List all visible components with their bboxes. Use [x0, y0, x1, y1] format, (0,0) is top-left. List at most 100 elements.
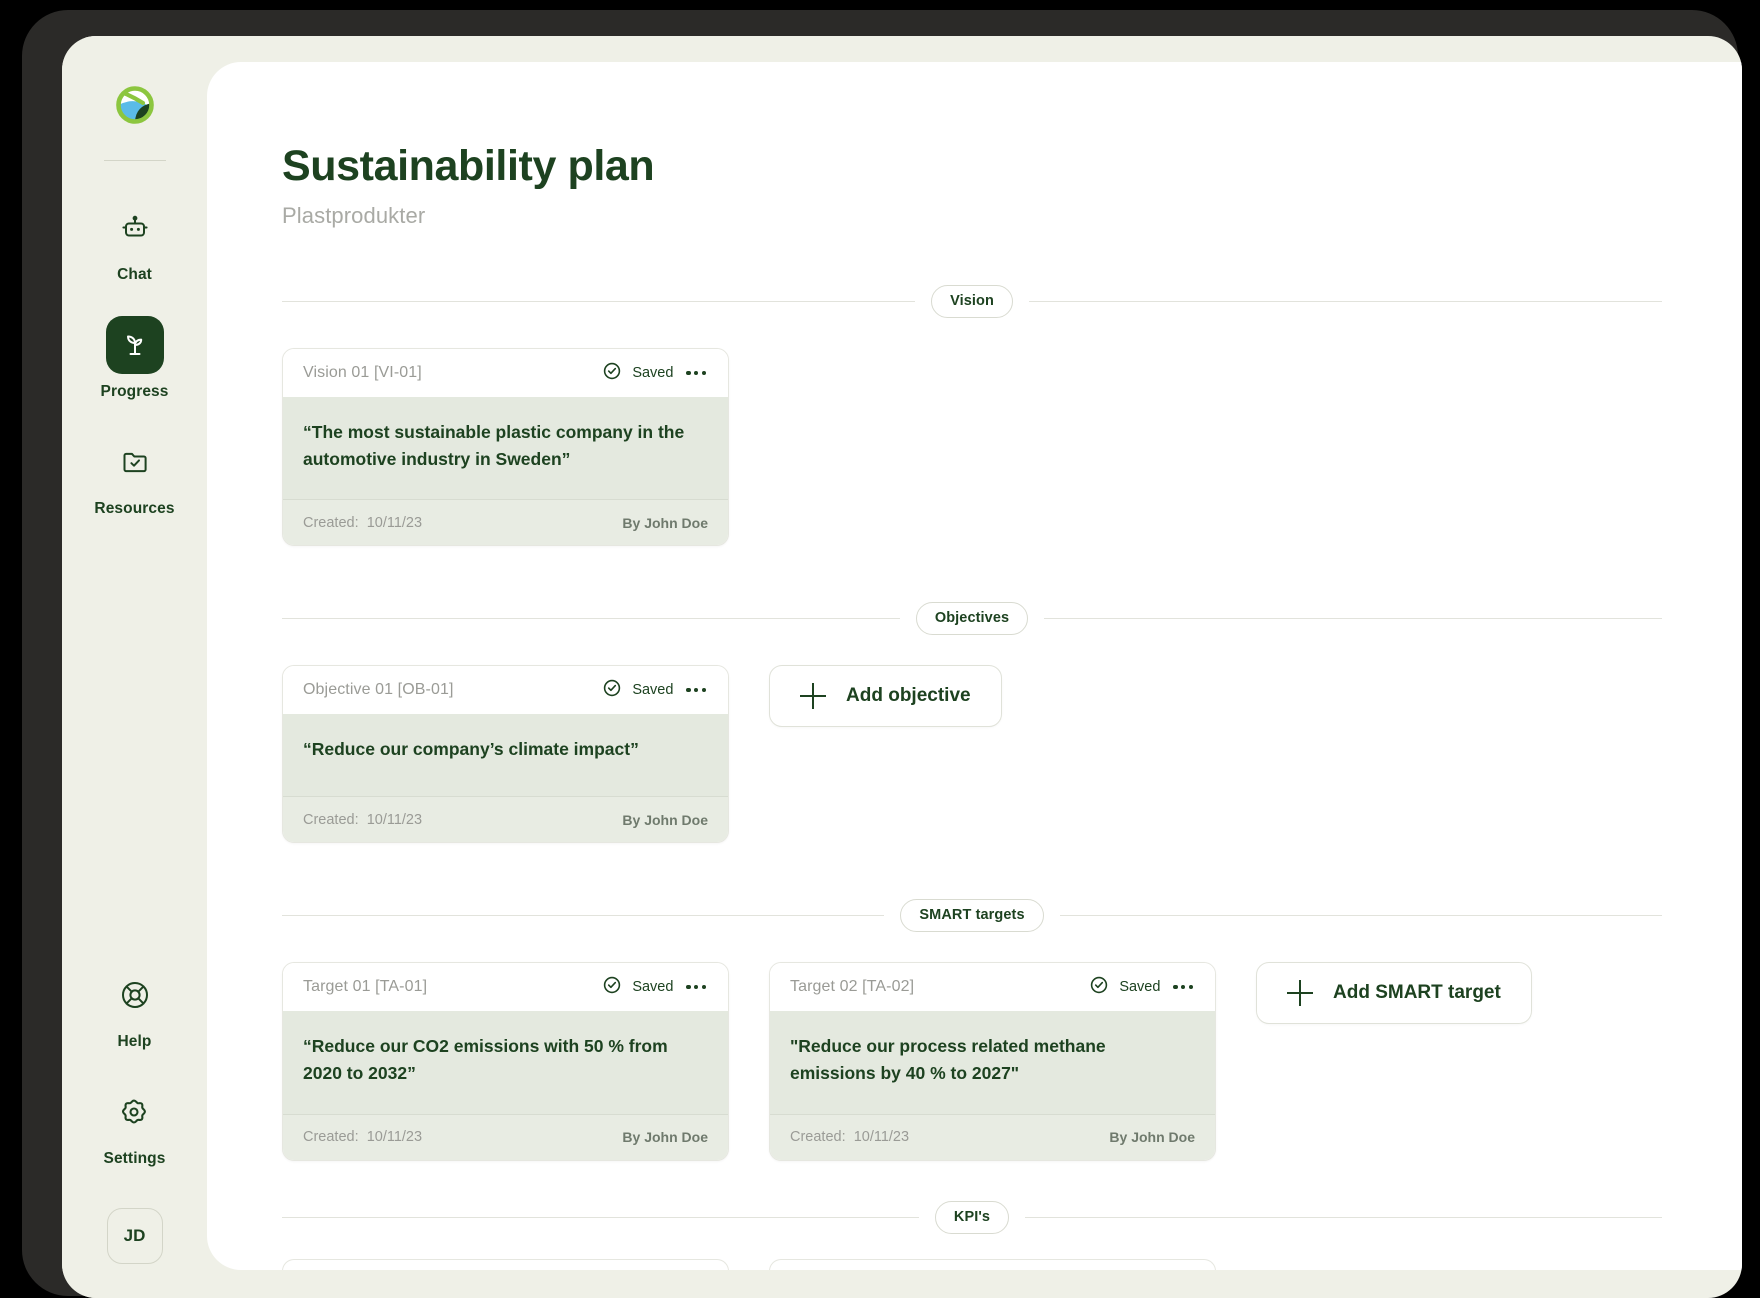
sidebar-item-resources[interactable]: Resources	[62, 433, 207, 518]
objective-card[interactable]: Objective 01 [OB-01] Saved	[282, 665, 729, 843]
avatar[interactable]: JD	[107, 1208, 163, 1264]
device-bezel: Chat Progress	[22, 10, 1738, 1296]
more-options-icon[interactable]	[684, 682, 708, 698]
divider-rule-left	[282, 618, 900, 619]
sidebar-divider	[104, 160, 166, 161]
section-badge-objectives: Objectives	[916, 602, 1028, 635]
sidebar-item-help[interactable]: Help	[106, 966, 164, 1051]
card-text: “Reduce our CO2 emissions with 50 % from…	[303, 1033, 708, 1087]
more-options-icon[interactable]	[684, 365, 708, 381]
divider-rule-right	[1060, 915, 1662, 916]
card-author: By John Doe	[622, 1129, 708, 1145]
card-created-date: 10/11/23	[367, 812, 422, 828]
section-divider-objectives: Objectives	[282, 601, 1662, 635]
card-author: By John Doe	[622, 812, 708, 828]
sidebar-item-label: Settings	[104, 1150, 166, 1168]
check-circle-icon	[603, 976, 621, 999]
card-header: Vision 01 [VI-01] Saved	[283, 349, 728, 397]
card-body: “The most sustainable plastic company in…	[283, 397, 728, 499]
check-circle-icon	[603, 362, 621, 385]
card-id-label: Target 01 [TA-01]	[303, 978, 427, 996]
card-footer: Created: 10/11/23 By John Doe	[283, 499, 728, 545]
smart-targets-card-row: Target 01 [TA-01] Saved	[282, 962, 1662, 1160]
add-objective-label: Add objective	[846, 685, 971, 707]
robot-icon	[106, 199, 164, 257]
add-smart-target-button[interactable]: Add SMART target	[1256, 962, 1532, 1024]
gear-icon	[105, 1083, 163, 1141]
card-text: "Reduce our process related methane emis…	[790, 1033, 1195, 1087]
kpi-card[interactable]	[769, 1259, 1216, 1271]
seedling-icon	[106, 316, 164, 374]
sidebar-item-progress[interactable]: Progress	[62, 316, 207, 401]
card-status-label: Saved	[1119, 979, 1160, 995]
card-text: “Reduce our company’s climate impact”	[303, 736, 708, 763]
objectives-card-row: Objective 01 [OB-01] Saved	[282, 665, 1662, 843]
card-created-date: 10/11/23	[854, 1129, 909, 1145]
card-footer: Created: 10/11/23 By John Doe	[283, 1114, 728, 1160]
kpi-card[interactable]	[282, 1259, 729, 1271]
card-created-label: Created:	[303, 515, 359, 531]
sidebar-item-chat[interactable]: Chat	[62, 199, 207, 284]
divider-rule-left	[282, 915, 884, 916]
divider-rule-right	[1044, 618, 1662, 619]
card-created: Created: 10/11/23	[303, 1129, 422, 1145]
card-status-label: Saved	[632, 365, 673, 381]
card-header: Target 01 [TA-01] Saved	[283, 963, 728, 1011]
card-footer: Created: 10/11/23 By John Doe	[770, 1114, 1215, 1160]
add-objective-button[interactable]: Add objective	[769, 665, 1002, 727]
card-created-label: Created:	[303, 812, 359, 828]
page-title: Sustainability plan	[282, 142, 1662, 191]
sidebar-item-label: Help	[118, 1033, 152, 1051]
section-divider-kpis: KPI's	[282, 1201, 1662, 1235]
card-body: “Reduce our CO2 emissions with 50 % from…	[283, 1011, 728, 1113]
check-circle-icon	[603, 679, 621, 702]
kpis-card-row	[282, 1259, 1662, 1271]
check-circle-icon	[1090, 976, 1108, 999]
divider-rule-left	[282, 301, 915, 302]
card-id-label: Vision 01 [VI-01]	[303, 364, 422, 382]
divider-rule-left	[282, 1217, 919, 1218]
card-body: “Reduce our company’s climate impact”	[283, 714, 728, 796]
divider-rule-right	[1029, 301, 1662, 302]
section-divider-smart-targets: SMART targets	[282, 898, 1662, 932]
card-author: By John Doe	[622, 515, 708, 531]
target-card[interactable]: Target 01 [TA-01] Saved	[282, 962, 729, 1160]
card-status-label: Saved	[632, 979, 673, 995]
card-created-label: Created:	[790, 1129, 846, 1145]
section-badge-smart-targets: SMART targets	[900, 899, 1043, 932]
card-created-date: 10/11/23	[367, 1129, 422, 1145]
sidebar-item-settings[interactable]: Settings	[104, 1083, 166, 1168]
card-author: By John Doe	[1109, 1129, 1195, 1145]
card-text: “The most sustainable plastic company in…	[303, 419, 708, 473]
sidebar-item-label: Resources	[94, 500, 174, 518]
main-content: Sustainability plan Plastprodukter Visio…	[207, 62, 1742, 1270]
card-created: Created: 10/11/23	[303, 812, 422, 828]
sidebar-primary-nav: Chat Progress	[62, 199, 207, 550]
card-created-date: 10/11/23	[367, 515, 422, 531]
sidebar-item-label: Progress	[101, 383, 169, 401]
card-created-label: Created:	[303, 1129, 359, 1145]
card-status-label: Saved	[632, 682, 673, 698]
folder-check-icon	[106, 433, 164, 491]
section-badge-vision: Vision	[931, 285, 1013, 318]
card-header: Objective 01 [OB-01] Saved	[283, 666, 728, 714]
divider-rule-right	[1025, 1217, 1662, 1218]
leaf-globe-logo[interactable]	[109, 78, 161, 130]
card-created: Created: 10/11/23	[790, 1129, 909, 1145]
vision-card[interactable]: Vision 01 [VI-01] Saved	[282, 348, 729, 546]
section-divider-vision: Vision	[282, 284, 1662, 318]
more-options-icon[interactable]	[684, 979, 708, 995]
plus-icon	[800, 683, 826, 709]
page-subtitle: Plastprodukter	[282, 203, 1662, 229]
add-smart-target-label: Add SMART target	[1333, 982, 1501, 1004]
card-id-label: Target 02 [TA-02]	[790, 978, 914, 996]
card-body: "Reduce our process related methane emis…	[770, 1011, 1215, 1113]
card-header: Target 02 [TA-02] Saved	[770, 963, 1215, 1011]
target-card[interactable]: Target 02 [TA-02] Saved	[769, 962, 1216, 1160]
plus-icon	[1287, 980, 1313, 1006]
vision-card-row: Vision 01 [VI-01] Saved	[282, 348, 1662, 546]
device-screen: Chat Progress	[62, 36, 1742, 1298]
more-options-icon[interactable]	[1171, 979, 1195, 995]
sidebar-item-label: Chat	[117, 266, 152, 284]
card-id-label: Objective 01 [OB-01]	[303, 681, 454, 699]
